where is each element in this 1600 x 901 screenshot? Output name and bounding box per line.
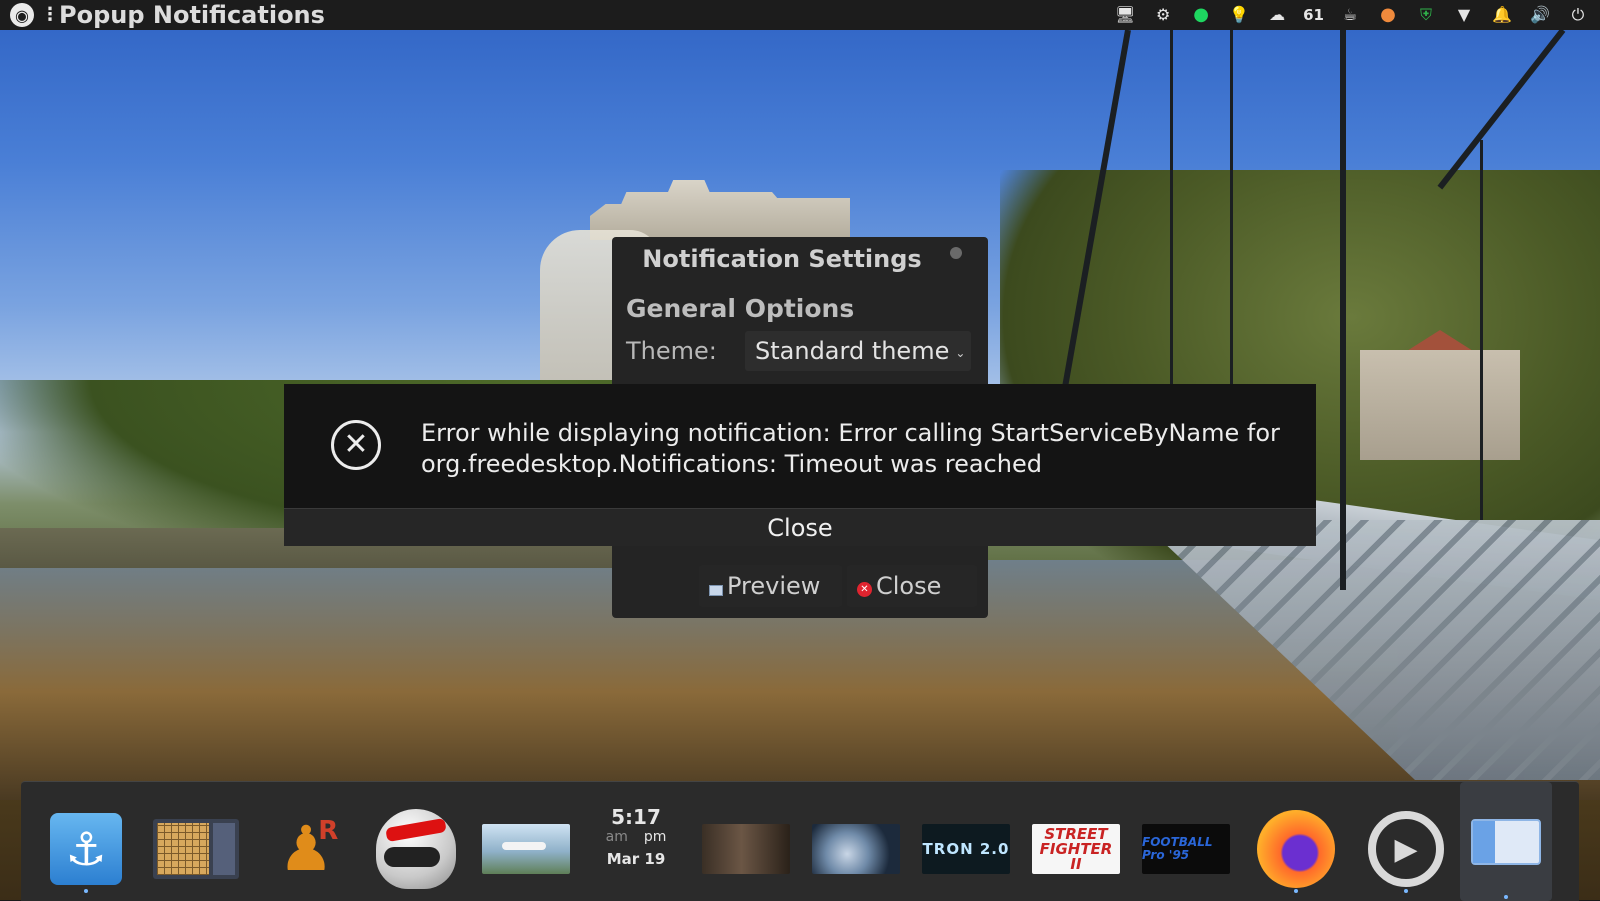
riverside-house xyxy=(1360,350,1520,460)
close-settings-button-label: Close xyxy=(876,572,942,600)
power-icon[interactable]: ⏻ xyxy=(1566,3,1590,27)
steam-icon[interactable]: ⚙ xyxy=(1151,3,1175,27)
dock-item-anchor[interactable]: ⚓ xyxy=(40,803,132,895)
bell-icon[interactable]: 🔔 xyxy=(1490,3,1514,27)
wifi-icon[interactable]: ▼ xyxy=(1452,3,1476,27)
close-icon: ✕ xyxy=(857,581,872,597)
preview-button[interactable]: Preview xyxy=(699,565,842,607)
space-game-icon xyxy=(812,824,900,874)
dock-item-racing[interactable] xyxy=(370,803,462,895)
dock-item-flight-sim[interactable] xyxy=(480,803,572,895)
app-menu-icon[interactable]: ⋮ xyxy=(41,4,59,26)
weather-icon[interactable]: ☁ xyxy=(1265,3,1289,27)
noir-game-icon xyxy=(702,824,790,874)
mango-icon[interactable]: ● xyxy=(1376,3,1400,27)
top-panel: ◉ ⋮ Popup Notifications 🖥 ⚙ ● 💡 ☁ 61 ☕ ●… xyxy=(0,0,1600,30)
shield-icon[interactable]: ⛨ xyxy=(1414,3,1438,27)
clock-time: 5:17 xyxy=(611,805,661,829)
dock-item-space-game[interactable] xyxy=(810,803,902,895)
window-title: Notification Settings xyxy=(642,245,922,273)
dock-item-settings[interactable]: ▶ xyxy=(1360,803,1452,895)
section-general-options: General Options xyxy=(626,294,855,323)
temperature-indicator[interactable]: 61 xyxy=(1303,3,1324,27)
dock: ⚓ ♟ R 5:17 am pm Mar 19 TRON 2.0 STREET F… xyxy=(21,781,1579,901)
error-close-button[interactable]: Close xyxy=(284,508,1316,546)
airplane-icon xyxy=(482,824,570,874)
close-settings-button[interactable]: ✕ Close xyxy=(847,565,977,607)
theme-dropdown-value: Standard theme xyxy=(755,337,950,365)
dock-item-noir-game[interactable] xyxy=(700,803,792,895)
preview-icon xyxy=(709,584,723,596)
volume-icon[interactable]: 🔊 xyxy=(1528,3,1552,27)
close-circle-icon: ✕ xyxy=(331,420,381,470)
theme-dropdown[interactable]: Standard theme ⌄ xyxy=(745,331,971,371)
tron-logo: TRON 2.0 xyxy=(922,824,1010,874)
preview-button-label: Preview xyxy=(727,572,821,600)
clock-pm: pm xyxy=(643,829,667,845)
dock-item-chess[interactable]: ♟ R xyxy=(260,803,352,895)
clock-date: Mar 19 xyxy=(606,850,666,868)
go-board-icon xyxy=(153,819,239,879)
dock-item-go-game[interactable] xyxy=(150,803,242,895)
firefox-icon xyxy=(1257,810,1335,888)
system-tray: 🖥 ⚙ ● 💡 ☁ 61 ☕ ● ⛨ ▼ 🔔 🔊 ⏻ xyxy=(1113,0,1590,30)
spotify-icon[interactable]: ● xyxy=(1189,3,1213,27)
dock-clock[interactable]: 5:17 am pm Mar 19 xyxy=(600,806,672,870)
error-dialog: ✕ Error while displaying notification: E… xyxy=(284,384,1316,546)
racing-helmet-icon xyxy=(376,809,456,889)
gear-icon: ▶ xyxy=(1368,811,1444,887)
window-close-dot[interactable] xyxy=(950,247,962,259)
street-fighter-logo: STREET FIGHTER II xyxy=(1032,824,1120,874)
theme-label: Theme: xyxy=(626,337,717,365)
active-app-title[interactable]: Popup Notifications xyxy=(59,1,325,29)
lightbulb-icon[interactable]: 💡 xyxy=(1227,3,1251,27)
dock-item-football[interactable]: FOOTBALL Pro '95 xyxy=(1140,803,1232,895)
anchor-icon: ⚓ xyxy=(50,813,122,885)
coffee-icon[interactable]: ☕ xyxy=(1338,3,1362,27)
chess-pawn-icon: ♟ R xyxy=(278,812,339,885)
dock-item-firefox[interactable] xyxy=(1250,803,1342,895)
notification-bubble-icon xyxy=(1471,818,1541,865)
football-logo: FOOTBALL Pro '95 xyxy=(1142,824,1230,874)
dock-item-popup-notifications[interactable] xyxy=(1460,782,1552,901)
error-message-line1: Error while displaying notification: Err… xyxy=(421,419,1280,447)
clock-am: am xyxy=(605,829,628,845)
dock-item-street-fighter[interactable]: STREET FIGHTER II xyxy=(1030,803,1122,895)
chevron-down-icon: ⌄ xyxy=(955,346,966,360)
error-message-line2: org.freedesktop.Notifications: Timeout w… xyxy=(421,450,1042,478)
error-message: Error while displaying notification: Err… xyxy=(421,418,1291,480)
ubuntu-logo-icon[interactable]: ◉ xyxy=(10,3,34,27)
display-icon[interactable]: 🖥 xyxy=(1113,3,1137,27)
dock-item-tron[interactable]: TRON 2.0 xyxy=(920,803,1012,895)
